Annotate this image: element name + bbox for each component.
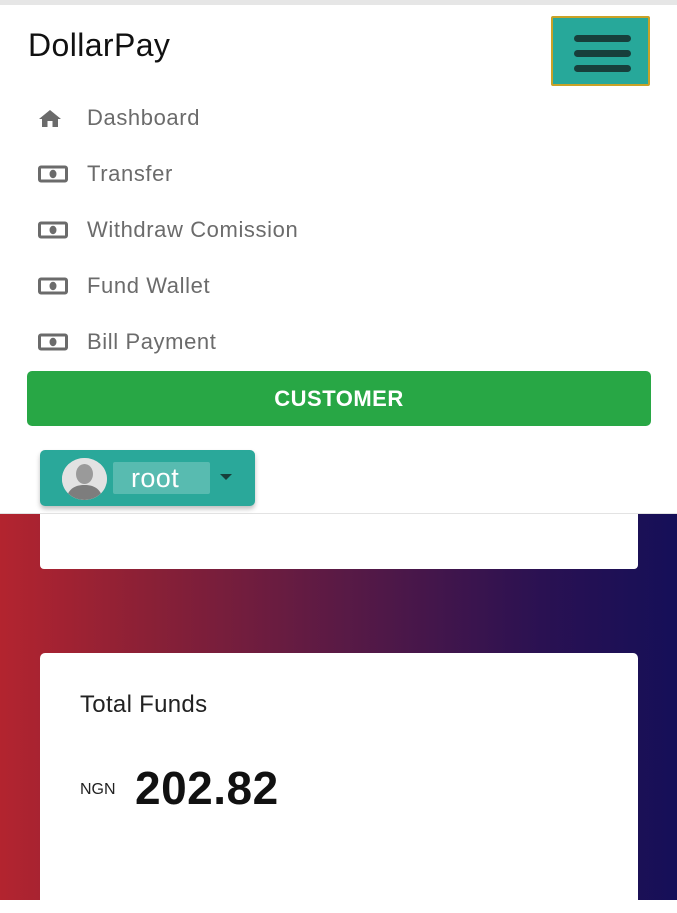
money-bill-icon	[38, 274, 70, 298]
nav-item-label: Bill Payment	[87, 329, 217, 354]
money-bill-icon	[38, 330, 70, 354]
nav-item-withdraw-comission[interactable]: Withdraw Comission	[38, 210, 298, 250]
money-bill-icon	[38, 162, 70, 186]
user-menu-dropdown[interactable]: root	[40, 450, 255, 506]
nav-item-label: Fund Wallet	[87, 273, 211, 298]
total-funds-card: Total Funds NGN 202.82	[40, 653, 638, 913]
brand-logo-text[interactable]: DollarPay	[28, 27, 170, 64]
nav-item-fund-wallet[interactable]: Fund Wallet	[38, 266, 210, 306]
nav-item-dashboard[interactable]: Dashboard	[38, 98, 200, 138]
funds-amount: 202.82	[135, 762, 279, 814]
nav-item-transfer[interactable]: Transfer	[38, 154, 173, 194]
nav-item-label: Withdraw Comission	[87, 217, 299, 242]
menu-toggle-button[interactable]	[551, 16, 650, 86]
nav-item-label: Transfer	[87, 161, 173, 186]
user-name: root	[131, 463, 180, 493]
currency-code: NGN	[80, 781, 116, 798]
total-funds-label: Total Funds	[80, 691, 208, 718]
navigation-panel: DollarPay Dashboard Transfer Withdraw Co…	[0, 0, 677, 514]
caret-down-icon	[220, 474, 232, 480]
customer-role-button[interactable]: CUSTOMER	[27, 371, 651, 426]
money-bill-icon	[38, 218, 70, 242]
nav-item-bill-payment[interactable]: Bill Payment	[38, 322, 216, 362]
hamburger-menu-icon	[574, 35, 631, 42]
home-icon	[38, 106, 70, 130]
user-avatar-icon	[62, 458, 107, 500]
nav-item-label: Dashboard	[87, 105, 201, 130]
